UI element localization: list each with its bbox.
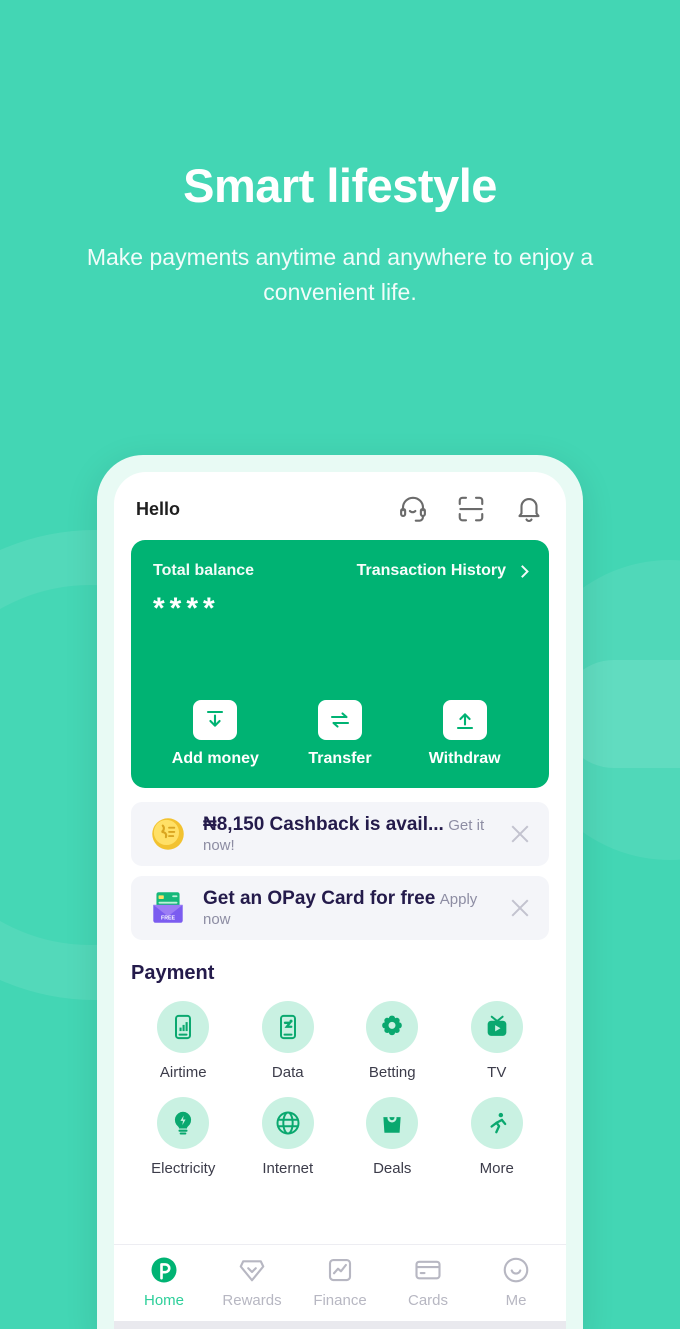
data-phone-icon	[261, 1001, 314, 1053]
payment-tile-more[interactable]: More	[445, 1097, 550, 1177]
transaction-history-label: Transaction History	[356, 562, 506, 579]
scan-qr-icon[interactable]	[456, 494, 486, 524]
promo-opay-card-title: Get an OPay Card for free	[203, 888, 436, 910]
deals-bag-icon	[366, 1097, 419, 1149]
payment-tile-tv[interactable]: TV	[445, 1001, 550, 1081]
download-arrow-icon	[193, 700, 238, 740]
nav-item-finance[interactable]: Finance	[298, 1255, 382, 1309]
payment-section-title: Payment	[131, 962, 215, 984]
credit-card-icon	[413, 1255, 443, 1285]
hero-section: Smart lifestyle Make payments anytime an…	[0, 160, 680, 311]
promo-cashback-text: ₦8,150 Cashback is avail... Get it now!	[203, 813, 493, 855]
promo-banner-list: ₦8,150 Cashback is avail... Get it now!	[131, 802, 549, 940]
add-money-button[interactable]: Add money	[160, 700, 270, 768]
support-headset-icon[interactable]	[398, 494, 428, 524]
app-header: Hello	[114, 472, 566, 536]
payment-tile-data-label: Data	[271, 1064, 304, 1081]
electricity-bulb-icon	[157, 1097, 210, 1149]
payment-tile-internet[interactable]: Internet	[236, 1097, 341, 1177]
payment-section: Payment Airtime Data Betting TV Electric…	[131, 962, 549, 1177]
payment-tile-internet-label: Internet	[262, 1160, 314, 1177]
promo-cashback-title: ₦8,150 Cashback is avail...	[203, 814, 444, 836]
payment-tile-airtime-label: Airtime	[159, 1064, 207, 1081]
hero-title: Smart lifestyle	[183, 159, 497, 212]
payment-tile-tv-label: TV	[487, 1064, 507, 1081]
total-balance-label: Total balance	[153, 562, 255, 579]
nav-item-rewards[interactable]: Rewards	[210, 1255, 294, 1309]
transfer-label: Transfer	[308, 750, 372, 767]
header-icon-group	[398, 494, 544, 524]
payment-tile-airtime[interactable]: Airtime	[131, 1001, 236, 1081]
payment-tile-deals-label: Deals	[373, 1160, 412, 1177]
bottom-navigation: Home Rewards Finance Cards Me	[114, 1244, 566, 1321]
withdraw-button[interactable]: Withdraw	[410, 700, 520, 768]
add-money-label: Add money	[171, 750, 259, 767]
close-icon[interactable]	[507, 895, 533, 921]
withdraw-label: Withdraw	[428, 750, 501, 767]
more-running-icon	[470, 1097, 523, 1149]
transfer-button[interactable]: Transfer	[285, 700, 395, 768]
promo-banner-opay-card[interactable]: FREE Get an OPay Card for free Apply now	[131, 876, 549, 940]
balance-card-top-row: Total balance Transaction History	[153, 562, 529, 580]
payment-tile-betting[interactable]: Betting	[340, 1001, 445, 1081]
betting-icon	[366, 1001, 419, 1053]
phone-mockup: Hello Total balance Transaction History …	[97, 455, 583, 1329]
tv-icon	[470, 1001, 523, 1053]
nav-item-home[interactable]: Home	[122, 1255, 206, 1309]
nav-item-cards[interactable]: Cards	[386, 1255, 470, 1309]
transaction-history-link[interactable]: Transaction History	[356, 562, 529, 580]
chevron-right-icon	[516, 564, 529, 578]
card-envelope-icon: FREE	[147, 887, 189, 929]
close-icon[interactable]	[507, 821, 533, 847]
diamond-icon	[237, 1255, 267, 1285]
screen-bottom-strip	[114, 1321, 566, 1329]
nav-item-home-label: Home	[143, 1292, 184, 1309]
payment-tile-more-label: More	[479, 1160, 514, 1177]
greeting-text: Hello	[136, 498, 181, 519]
balance-amount[interactable]: ****	[153, 594, 527, 624]
internet-globe-icon	[261, 1097, 314, 1149]
nav-item-me-label: Me	[505, 1292, 527, 1309]
svg-text:FREE: FREE	[161, 916, 176, 922]
payment-tile-betting-label: Betting	[368, 1064, 416, 1081]
payment-tile-electricity[interactable]: Electricity	[131, 1097, 236, 1177]
balance-actions: Add money Transfer Withdraw	[153, 700, 527, 768]
nav-item-cards-label: Cards	[407, 1292, 448, 1309]
notification-bell-icon[interactable]	[514, 494, 544, 524]
transfer-arrows-icon	[317, 700, 362, 740]
gold-coin-icon	[147, 813, 189, 855]
promo-opay-card-text: Get an OPay Card for free Apply now	[203, 887, 493, 929]
nav-item-rewards-label: Rewards	[222, 1292, 282, 1309]
payment-tile-data[interactable]: Data	[236, 1001, 341, 1081]
opay-logo-icon	[149, 1255, 179, 1285]
app-screen: Hello Total balance Transaction History …	[114, 472, 566, 1329]
payment-tile-grid: Airtime Data Betting TV Electricity Inte…	[131, 1001, 549, 1177]
nav-item-me[interactable]: Me	[474, 1255, 558, 1309]
app-screen-body: Hello Total balance Transaction History …	[114, 472, 566, 1244]
hero-subtitle: Make payments anytime and anywhere to en…	[86, 243, 594, 306]
smiley-face-icon	[501, 1255, 531, 1285]
payment-tile-deals[interactable]: Deals	[340, 1097, 445, 1177]
chart-icon	[325, 1255, 355, 1285]
nav-item-finance-label: Finance	[313, 1292, 367, 1309]
balance-card: Total balance Transaction History **** A…	[131, 540, 549, 788]
payment-tile-electricity-label: Electricity	[151, 1160, 216, 1177]
upload-arrow-icon	[442, 700, 487, 740]
promo-banner-cashback[interactable]: ₦8,150 Cashback is avail... Get it now!	[131, 802, 549, 866]
airtime-phone-icon	[157, 1001, 210, 1053]
